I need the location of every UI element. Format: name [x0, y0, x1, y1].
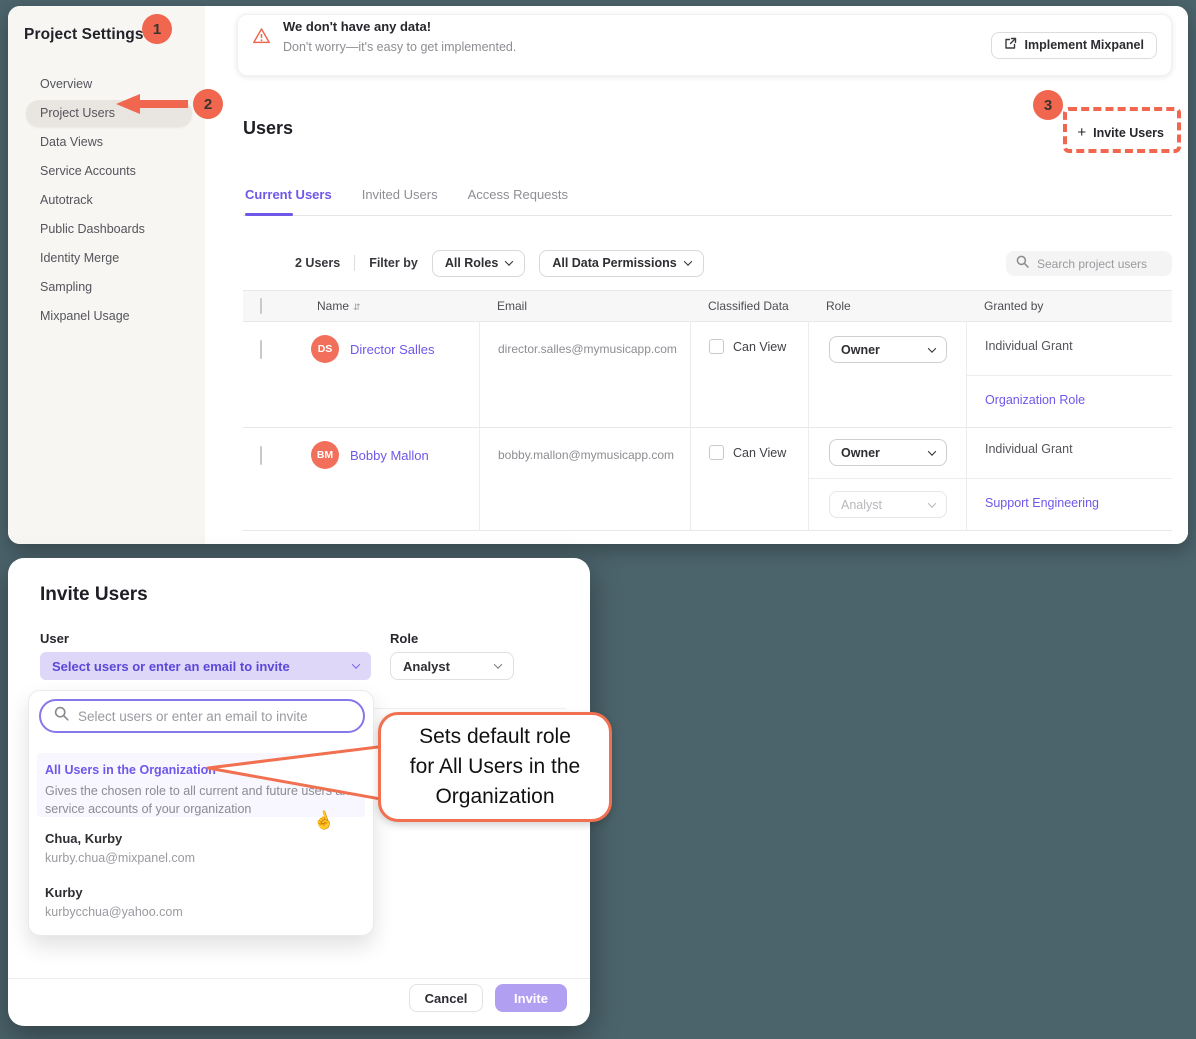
chevron-down-icon — [928, 447, 936, 455]
select-all-checkbox[interactable] — [260, 298, 262, 314]
classified-data-column-header: Classified Data — [690, 299, 808, 313]
sidebar-title: Project Settings — [24, 26, 205, 44]
select-all-checkbox-cell — [243, 299, 289, 313]
role-select-dropdown[interactable]: Analyst — [390, 652, 514, 680]
data-permissions-filter-dropdown[interactable]: All Data Permissions — [539, 250, 703, 277]
sidebar-item-identity-merge[interactable]: Identity Merge — [24, 244, 205, 273]
table-row: DS Director Salles director.salles@mymus… — [243, 322, 1172, 428]
table-header-row: Name⇵ Email Classified Data Role Granted… — [243, 290, 1172, 322]
can-view-label: Can View — [733, 340, 786, 354]
granted-by-link[interactable]: Organization Role — [967, 375, 1172, 428]
user-name-link[interactable]: Bobby Mallon — [350, 448, 429, 463]
user-count: 2 Users — [295, 256, 340, 270]
search-project-users-box — [1006, 251, 1172, 276]
name-column-header[interactable]: Name⇵ — [289, 299, 479, 313]
warning-icon — [252, 27, 271, 50]
sidebar-item-mixpanel-usage[interactable]: Mixpanel Usage — [24, 302, 205, 331]
table-row: BM Bobby Mallon bobby.mallon@mymusicapp.… — [243, 428, 1172, 531]
row-checkbox[interactable] — [260, 340, 262, 359]
modal-title: Invite Users — [40, 584, 148, 606]
users-table: Name⇵ Email Classified Data Role Granted… — [243, 290, 1172, 531]
can-view-checkbox[interactable] — [709, 339, 724, 354]
role-dropdown[interactable]: Owner — [829, 439, 947, 466]
can-view-label: Can View — [733, 446, 786, 460]
plus-icon: + — [1077, 124, 1086, 141]
avatar: DS — [311, 335, 339, 363]
cancel-button[interactable]: Cancel — [409, 984, 483, 1012]
role-dropdown[interactable]: Owner — [829, 336, 947, 363]
tab-current-users[interactable]: Current Users — [243, 184, 334, 215]
dropdown-search-box — [39, 699, 365, 733]
annotation-callout: Sets default role for All Users in the O… — [378, 712, 612, 822]
annotation-step-1-badge: 1 — [142, 14, 172, 44]
granted-by-value: Individual Grant — [967, 322, 1172, 375]
sidebar-item-data-views[interactable]: Data Views — [24, 128, 205, 157]
project-settings-panel: Project Settings Overview Project Users … — [8, 6, 1188, 544]
no-data-alert-banner: We don't have any data! Don't worry—it's… — [237, 14, 1172, 76]
invite-users-button[interactable]: + Invite Users — [1077, 124, 1164, 141]
alert-title: We don't have any data! — [283, 19, 991, 34]
users-page-title: Users — [243, 118, 293, 139]
search-icon — [54, 706, 69, 726]
sidebar-item-autotrack[interactable]: Autotrack — [24, 186, 205, 215]
users-toolbar: 2 Users Filter by All Roles All Data Per… — [295, 249, 704, 277]
role-dropdown-disabled: Analyst — [829, 491, 947, 518]
filter-by-label: Filter by — [369, 256, 418, 270]
chevron-down-icon — [928, 499, 936, 507]
row-checkbox[interactable] — [260, 446, 262, 465]
tab-access-requests[interactable]: Access Requests — [466, 184, 570, 215]
granted-by-link[interactable]: Support Engineering — [967, 478, 1172, 531]
settings-main-content: We don't have any data! Don't worry—it's… — [205, 6, 1188, 544]
granted-by-value: Individual Grant — [967, 428, 1172, 478]
option-user[interactable]: Kurby kurbycchua@yahoo.com — [45, 885, 183, 919]
user-email: bobby.mallon@mymusicapp.com — [479, 428, 690, 531]
user-name-link[interactable]: Director Salles — [350, 342, 435, 357]
settings-sidebar: Project Settings Overview Project Users … — [8, 6, 205, 544]
search-icon — [1016, 255, 1029, 273]
role-column-header: Role — [808, 299, 966, 313]
callout-pointer — [200, 738, 390, 813]
tab-invited-users[interactable]: Invited Users — [360, 184, 440, 215]
chevron-down-icon — [505, 257, 513, 265]
dropdown-search-input[interactable] — [78, 709, 350, 724]
users-tabs: Current Users Invited Users Access Reque… — [243, 184, 1172, 216]
granted-by-column-header: Granted by — [966, 299, 1172, 313]
search-project-users-input[interactable] — [1037, 257, 1162, 271]
user-email: director.salles@mymusicapp.com — [479, 322, 690, 428]
sidebar-item-sampling[interactable]: Sampling — [24, 273, 205, 302]
user-select-dropdown[interactable]: Select users or enter an email to invite — [40, 652, 371, 680]
email-column-header: Email — [479, 299, 690, 313]
roles-filter-dropdown[interactable]: All Roles — [432, 250, 526, 277]
role-field-label: Role — [390, 631, 418, 646]
chevron-down-icon — [352, 660, 360, 668]
implement-mixpanel-button[interactable]: Implement Mixpanel — [991, 32, 1157, 59]
chevron-down-icon — [494, 660, 502, 668]
annotation-step-3-badge: 3 — [1033, 90, 1063, 120]
alert-subtitle: Don't worry—it's easy to get implemented… — [283, 40, 991, 54]
avatar: BM — [311, 441, 339, 469]
invite-button[interactable]: Invite — [495, 984, 567, 1012]
user-select-open-dropdown: All Users in the Organization Gives the … — [28, 690, 374, 936]
sidebar-item-service-accounts[interactable]: Service Accounts — [24, 157, 205, 186]
option-user[interactable]: Chua, Kurby kurby.chua@mixpanel.com — [45, 831, 195, 865]
can-view-checkbox[interactable] — [709, 445, 724, 460]
chevron-down-icon — [683, 257, 691, 265]
external-link-icon — [1004, 37, 1017, 53]
sort-icon: ⇵ — [353, 302, 361, 312]
chevron-down-icon — [928, 344, 936, 352]
annotation-arrow-icon — [114, 92, 190, 121]
user-field-label: User — [40, 631, 69, 646]
divider — [8, 978, 590, 979]
annotation-step-2-badge: 2 — [193, 89, 223, 119]
sidebar-item-public-dashboards[interactable]: Public Dashboards — [24, 215, 205, 244]
divider — [354, 255, 355, 271]
